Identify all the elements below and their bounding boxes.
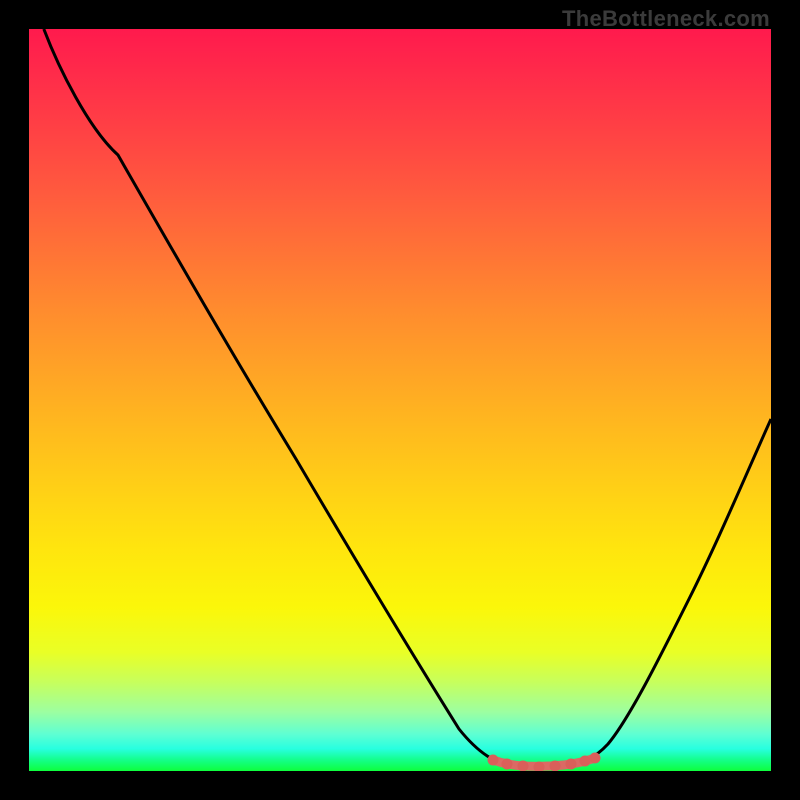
outer-frame: TheBottleneck.com (0, 0, 800, 800)
watermark-text: TheBottleneck.com (562, 6, 770, 32)
plot-area (29, 29, 771, 771)
